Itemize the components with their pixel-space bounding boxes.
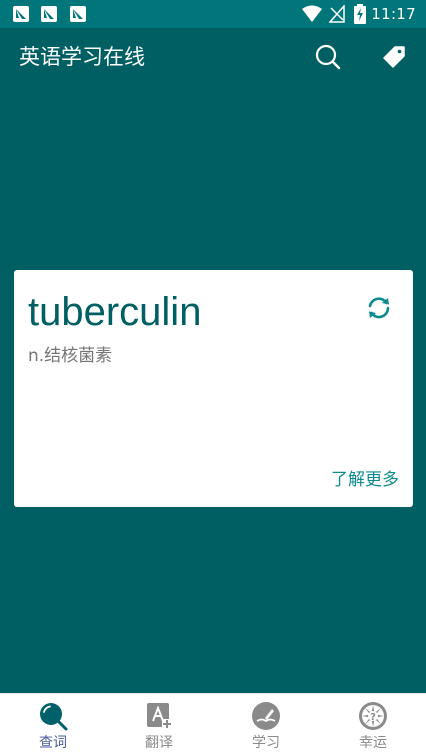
tag-button[interactable]	[378, 41, 410, 73]
battery-charging-icon	[354, 4, 366, 24]
no-signal-icon	[329, 5, 345, 23]
word-definition: n.结核菌素	[28, 346, 113, 366]
app-notification-icon	[13, 6, 29, 22]
nav-item-translate[interactable]: 翻译	[106, 694, 212, 756]
wifi-icon	[302, 5, 322, 22]
app-bar: 英语学习在线	[0, 28, 426, 86]
app-notification-icon	[41, 6, 57, 22]
lucky-icon: ?	[359, 702, 387, 730]
nav-label-translate: 翻译	[145, 735, 173, 751]
status-time: 11:17	[371, 5, 416, 23]
search-icon	[315, 44, 341, 70]
lookup-icon	[40, 703, 68, 731]
nav-item-study[interactable]: 学习	[213, 694, 319, 756]
refresh-button[interactable]	[363, 292, 395, 324]
nav-label-study: 学习	[252, 735, 280, 751]
translate-icon	[147, 703, 172, 729]
nav-item-lucky[interactable]: ? 幸运	[320, 694, 426, 756]
svg-text:?: ?	[370, 712, 376, 723]
app-title: 英语学习在线	[19, 45, 145, 69]
tag-icon	[383, 46, 405, 68]
study-icon	[252, 702, 280, 730]
learn-more-link[interactable]: 了解更多	[331, 468, 399, 492]
search-button[interactable]	[312, 41, 344, 73]
bottom-nav: 查词 翻译 学习 ? 幸运	[0, 693, 426, 756]
status-bar: 11:17	[0, 0, 426, 28]
nav-label-lookup: 查词	[39, 735, 67, 751]
nav-item-lookup[interactable]: 查词	[0, 694, 106, 756]
refresh-icon	[368, 297, 390, 319]
nav-label-lucky: 幸运	[359, 735, 387, 751]
word-card: tuberculin n.结核菌素 了解更多	[14, 270, 413, 507]
app-notification-icon	[70, 6, 86, 22]
word-text: tuberculin	[28, 290, 202, 334]
